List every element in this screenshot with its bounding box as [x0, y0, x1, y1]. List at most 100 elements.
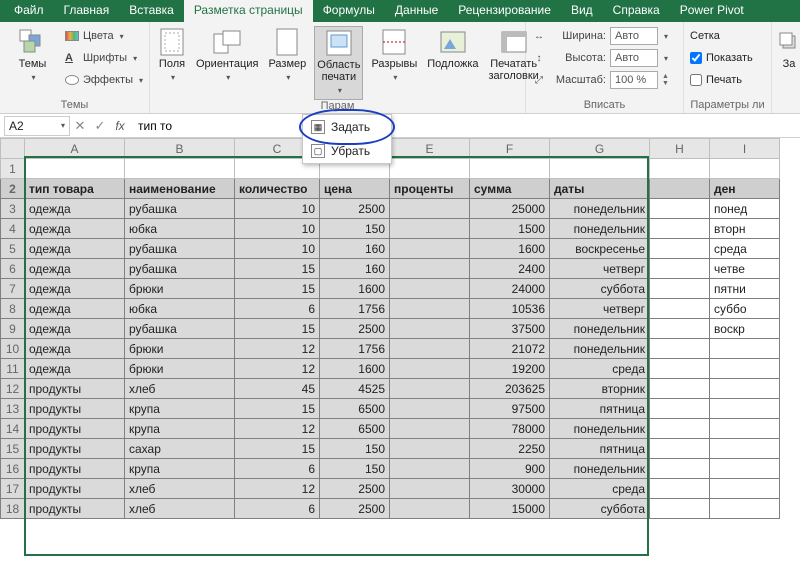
cell-A5[interactable]: одежда	[25, 239, 125, 259]
row-header-2[interactable]: 2	[1, 179, 25, 199]
theme-effects-button[interactable]: Эффекты▾	[65, 70, 143, 90]
cell-F18[interactable]: 15000	[470, 499, 550, 519]
cell-D16[interactable]: 150	[320, 459, 390, 479]
cell-G5[interactable]: воскресенье	[550, 239, 650, 259]
cell-G2[interactable]: даты	[550, 179, 650, 199]
cell-A3[interactable]: одежда	[25, 199, 125, 219]
cell-D5[interactable]: 160	[320, 239, 390, 259]
cell-H11[interactable]	[650, 359, 710, 379]
cell-E4[interactable]	[390, 219, 470, 239]
row-header-6[interactable]: 6	[1, 259, 25, 279]
cell-D7[interactable]: 1600	[320, 279, 390, 299]
cell-B5[interactable]: рубашка	[125, 239, 235, 259]
cell-E11[interactable]	[390, 359, 470, 379]
cell-D17[interactable]: 2500	[320, 479, 390, 499]
cell-I7[interactable]: пятни	[710, 279, 780, 299]
scale-percent-row[interactable]: ⤢Масштаб:100 %▲▼	[532, 70, 669, 90]
scale-percent-field[interactable]: 100 %	[610, 71, 658, 89]
cell-C16[interactable]: 6	[235, 459, 320, 479]
menu-главная[interactable]: Главная	[54, 0, 120, 22]
background-button[interactable]: Подложка	[425, 26, 480, 72]
cell-D6[interactable]: 160	[320, 259, 390, 279]
cell-C10[interactable]: 12	[235, 339, 320, 359]
cell-I10[interactable]	[710, 339, 780, 359]
cell-H16[interactable]	[650, 459, 710, 479]
cell-E9[interactable]	[390, 319, 470, 339]
cell-B13[interactable]: крупа	[125, 399, 235, 419]
cell-C9[interactable]: 15	[235, 319, 320, 339]
cell-A2[interactable]: тип товара	[25, 179, 125, 199]
menu-файл[interactable]: Файл	[4, 0, 54, 22]
col-header-G[interactable]: G	[550, 139, 650, 159]
cell-F9[interactable]: 37500	[470, 319, 550, 339]
cell-C17[interactable]: 12	[235, 479, 320, 499]
cell-D9[interactable]: 2500	[320, 319, 390, 339]
cell-F13[interactable]: 97500	[470, 399, 550, 419]
cell-E5[interactable]	[390, 239, 470, 259]
cell-D14[interactable]: 6500	[320, 419, 390, 439]
cell-E6[interactable]	[390, 259, 470, 279]
cell-D10[interactable]: 1756	[320, 339, 390, 359]
cell-A15[interactable]: продукты	[25, 439, 125, 459]
menu-вид[interactable]: Вид	[561, 0, 603, 22]
cell-G18[interactable]: суббота	[550, 499, 650, 519]
cell-E10[interactable]	[390, 339, 470, 359]
row-header-5[interactable]: 5	[1, 239, 25, 259]
cell-I13[interactable]	[710, 399, 780, 419]
scale-width-field[interactable]: Авто	[610, 27, 658, 45]
cell-I5[interactable]: среда	[710, 239, 780, 259]
cell-C8[interactable]: 6	[235, 299, 320, 319]
col-header-I[interactable]: I	[710, 139, 780, 159]
cell-H7[interactable]	[650, 279, 710, 299]
cell-F7[interactable]: 24000	[470, 279, 550, 299]
cell-I15[interactable]	[710, 439, 780, 459]
cell-F4[interactable]: 1500	[470, 219, 550, 239]
cell-G12[interactable]: вторник	[550, 379, 650, 399]
cell-I8[interactable]: суббо	[710, 299, 780, 319]
cell-A17[interactable]: продукты	[25, 479, 125, 499]
cell-I14[interactable]	[710, 419, 780, 439]
cell-F10[interactable]: 21072	[470, 339, 550, 359]
cell-I12[interactable]	[710, 379, 780, 399]
cell-E2[interactable]: проценты	[390, 179, 470, 199]
breaks-button[interactable]: Разрывы▾	[369, 26, 419, 86]
cell-F3[interactable]: 25000	[470, 199, 550, 219]
cell-B4[interactable]: юбка	[125, 219, 235, 239]
cell-B17[interactable]: хлеб	[125, 479, 235, 499]
cell-C7[interactable]: 15	[235, 279, 320, 299]
gridlines-show-checkbox[interactable]: Показать	[690, 48, 753, 68]
cell-E14[interactable]	[390, 419, 470, 439]
cell-C2[interactable]: количество	[235, 179, 320, 199]
cell-B14[interactable]: крупа	[125, 419, 235, 439]
cell-G3[interactable]: понедельник	[550, 199, 650, 219]
row-header-7[interactable]: 7	[1, 279, 25, 299]
cell-E12[interactable]	[390, 379, 470, 399]
name-box[interactable]: A2▾	[4, 116, 70, 136]
row-header-18[interactable]: 18	[1, 499, 25, 519]
cell-B12[interactable]: хлеб	[125, 379, 235, 399]
cell-D12[interactable]: 4525	[320, 379, 390, 399]
cell-G17[interactable]: среда	[550, 479, 650, 499]
cell-F11[interactable]: 19200	[470, 359, 550, 379]
cell-F15[interactable]: 2250	[470, 439, 550, 459]
insert-function-button[interactable]: fx	[110, 116, 130, 136]
cell-D13[interactable]: 6500	[320, 399, 390, 419]
scale-height-field[interactable]: Авто	[610, 49, 658, 67]
cell-G16[interactable]: понедельник	[550, 459, 650, 479]
cell-C4[interactable]: 10	[235, 219, 320, 239]
cell-I11[interactable]	[710, 359, 780, 379]
cell-H9[interactable]	[650, 319, 710, 339]
cell-F2[interactable]: сумма	[470, 179, 550, 199]
cell-C6[interactable]: 15	[235, 259, 320, 279]
cell-D11[interactable]: 1600	[320, 359, 390, 379]
cell-I4[interactable]: вторн	[710, 219, 780, 239]
menu-данные[interactable]: Данные	[385, 0, 448, 22]
accept-formula-button[interactable]: ✓	[90, 116, 110, 136]
row-header-14[interactable]: 14	[1, 419, 25, 439]
cell-C18[interactable]: 6	[235, 499, 320, 519]
cell-C11[interactable]: 12	[235, 359, 320, 379]
cell-G13[interactable]: пятница	[550, 399, 650, 419]
cell-B9[interactable]: рубашка	[125, 319, 235, 339]
cell-A12[interactable]: продукты	[25, 379, 125, 399]
cell-A7[interactable]: одежда	[25, 279, 125, 299]
